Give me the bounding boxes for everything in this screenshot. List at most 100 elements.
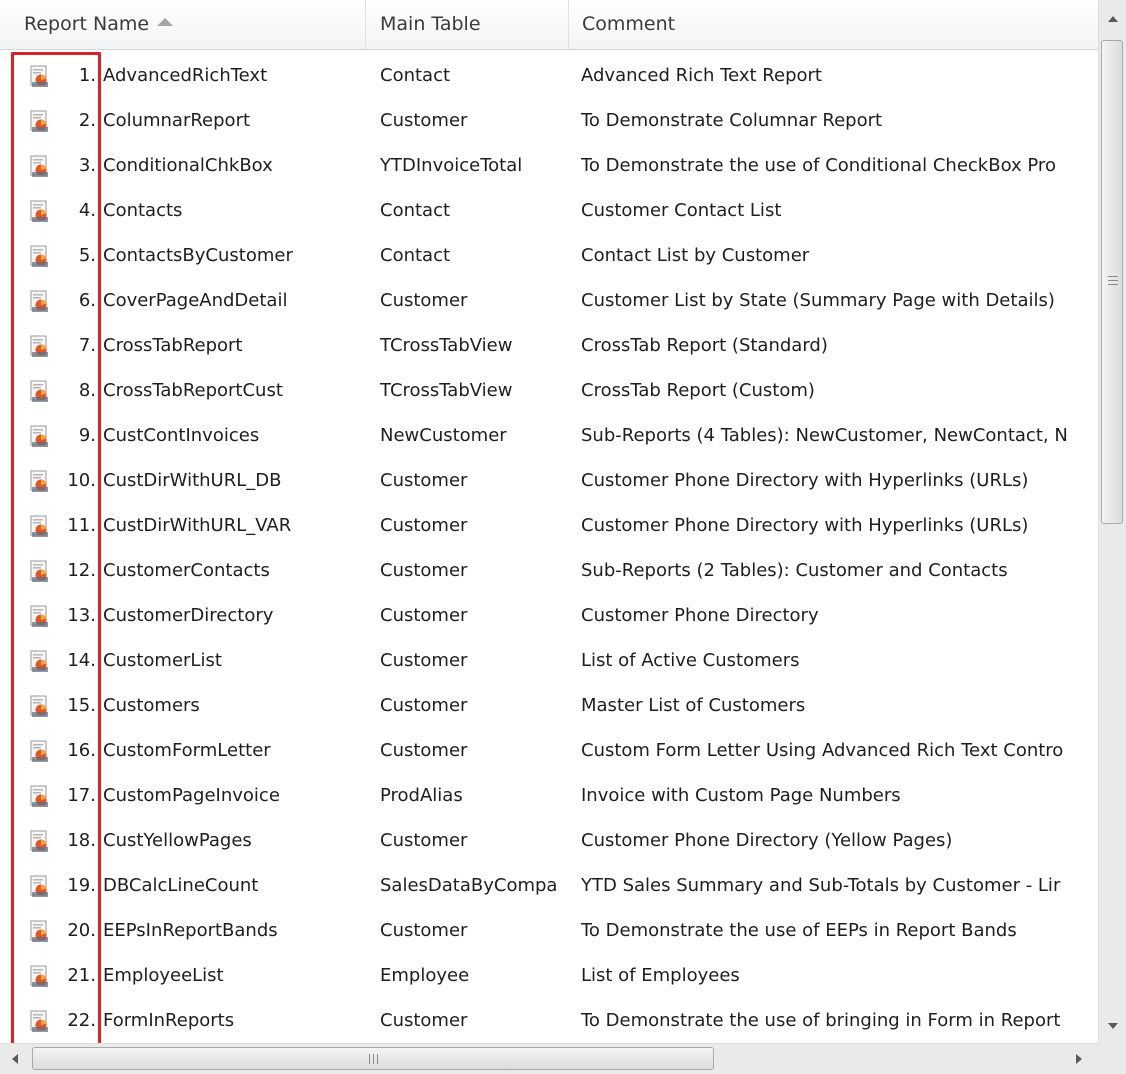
horizontal-scroll-thumb[interactable] xyxy=(32,1047,714,1070)
report-name-cell: CustomerContacts xyxy=(103,560,270,581)
vertical-scrollbar[interactable] xyxy=(1098,0,1126,1043)
report-name-cell: Contacts xyxy=(103,200,183,221)
comment-cell: Invoice with Custom Page Numbers xyxy=(581,785,901,806)
scroll-right-button[interactable] xyxy=(1064,1044,1094,1074)
table-row[interactable]: 10. CustDirWithURL_DB Customer Customer Pho… xyxy=(0,458,1097,503)
table-row[interactable]: 4. Contacts Contact Customer Contact List xyxy=(0,188,1097,233)
report-document-icon xyxy=(28,65,52,89)
table-row[interactable]: 9. CustContInvoices NewCustomer Sub-Reports… xyxy=(0,413,1097,458)
table-row[interactable]: 19. DBCalcLineCount SalesDataByCompa YTD Sa… xyxy=(0,863,1097,908)
arrow-right-icon xyxy=(1076,1054,1082,1064)
report-name-cell: CustomerList xyxy=(103,650,222,671)
report-name-cell: CustDirWithURL_DB xyxy=(103,470,282,491)
row-number: 18. xyxy=(67,830,96,851)
scroll-left-button[interactable] xyxy=(0,1044,30,1074)
report-document-icon xyxy=(28,1010,52,1034)
column-divider[interactable] xyxy=(365,0,366,49)
row-number: 13. xyxy=(67,605,96,626)
horizontal-scrollbar[interactable] xyxy=(0,1043,1098,1074)
report-document-icon xyxy=(28,515,52,539)
row-number: 16. xyxy=(67,740,96,761)
main-table-cell: Employee xyxy=(380,965,470,986)
row-number: 8. xyxy=(78,380,96,401)
main-table-cell: ProdAlias xyxy=(380,785,463,806)
comment-cell: YTD Sales Summary and Sub-Totals by Cust… xyxy=(581,875,1061,896)
report-document-icon xyxy=(28,920,52,944)
report-name-cell: CustomPageInvoice xyxy=(103,785,280,806)
row-number: 6. xyxy=(78,290,96,311)
table-row[interactable]: 11. CustDirWithURL_VAR Customer Customer Ph… xyxy=(0,503,1097,548)
comment-cell: Master List of Customers xyxy=(581,695,806,716)
table-row[interactable]: 3. ConditionalChkBox YTDInvoiceTotal To Dem… xyxy=(0,143,1097,188)
table-row[interactable]: 13. CustomerDirectory Customer Customer Pho… xyxy=(0,593,1097,638)
table-row[interactable]: 14. CustomerList Customer List of Active Cu… xyxy=(0,638,1097,683)
table-row[interactable]: 17. CustomPageInvoice ProdAlias Invoice wit… xyxy=(0,773,1097,818)
main-table-cell: Customer xyxy=(380,695,468,716)
report-document-icon xyxy=(28,830,52,854)
vertical-scroll-thumb[interactable] xyxy=(1101,40,1123,524)
main-table-cell: Customer xyxy=(380,290,468,311)
table-row[interactable]: 16. CustomFormLetter Customer Custom Form L… xyxy=(0,728,1097,773)
report-name-cell: CustYellowPages xyxy=(103,830,252,851)
scroll-down-button[interactable] xyxy=(1099,1012,1126,1040)
report-name-cell: CrossTabReportCust xyxy=(103,380,283,401)
table-row[interactable]: 22. FormInReports Customer To Demonstrate t… xyxy=(0,998,1097,1043)
main-table-cell: Customer xyxy=(380,560,468,581)
report-name-cell: CrossTabReport xyxy=(103,335,243,356)
table-row[interactable]: 21. EmployeeList Employee List of Employees xyxy=(0,953,1097,998)
report-document-icon xyxy=(28,875,52,899)
row-number: 10. xyxy=(67,470,96,491)
report-document-icon xyxy=(28,785,52,809)
main-table-cell: Customer xyxy=(380,650,468,671)
column-header-main-table[interactable]: Main Table xyxy=(380,0,481,49)
main-table-cell: Customer xyxy=(380,605,468,626)
comment-cell: Customer Phone Directory xyxy=(581,605,819,626)
report-document-icon xyxy=(28,740,52,764)
comment-cell: Customer List by State (Summary Page wit… xyxy=(581,290,1055,311)
report-name-cell: CustomFormLetter xyxy=(103,740,271,761)
table-row[interactable]: 5. ContactsByCustomer Contact Contact List … xyxy=(0,233,1097,278)
report-document-icon xyxy=(28,200,52,224)
report-document-icon xyxy=(28,470,52,494)
comment-cell: Sub-Reports (4 Tables): NewCustomer, New… xyxy=(581,425,1068,446)
table-row[interactable]: 2. ColumnarReport Customer To Demonstrate C… xyxy=(0,98,1097,143)
row-number: 12. xyxy=(67,560,96,581)
report-name-cell: CustDirWithURL_VAR xyxy=(103,515,292,536)
table-row[interactable]: 15. Customers Customer Master List of Custo… xyxy=(0,683,1097,728)
comment-cell: List of Active Customers xyxy=(581,650,800,671)
report-document-icon xyxy=(28,380,52,404)
report-name-cell: DBCalcLineCount xyxy=(103,875,259,896)
table-row[interactable]: 7. CrossTabReport TCrossTabView CrossTab Re… xyxy=(0,323,1097,368)
row-number: 14. xyxy=(67,650,96,671)
column-header-report-name[interactable]: Report Name xyxy=(24,0,174,49)
row-number: 2. xyxy=(78,110,96,131)
main-table-cell: Contact xyxy=(380,200,451,221)
comment-cell: CrossTab Report (Standard) xyxy=(581,335,828,356)
table-row[interactable]: 8. CrossTabReportCust TCrossTabView CrossTa… xyxy=(0,368,1097,413)
main-table-cell: Contact xyxy=(380,65,451,86)
scroll-up-button[interactable] xyxy=(1099,5,1126,33)
main-table-cell: TCrossTabView xyxy=(380,335,513,356)
report-document-icon xyxy=(28,245,52,269)
report-list-grid[interactable]: Report Name Main Table Comment 1. Advance… xyxy=(0,0,1126,1074)
report-name-cell: EEPsInReportBands xyxy=(103,920,278,941)
report-name-cell: CustomerDirectory xyxy=(103,605,274,626)
table-row[interactable]: 1. AdvancedRichText Contact Advanced Rich T… xyxy=(0,53,1097,98)
report-name-cell: CustContInvoices xyxy=(103,425,260,446)
table-row[interactable]: 12. CustomerContacts Customer Sub-Reports (… xyxy=(0,548,1097,593)
table-row[interactable]: 20. EEPsInReportBands Customer To Demonstra… xyxy=(0,908,1097,953)
row-number: 19. xyxy=(67,875,96,896)
table-row[interactable]: 18. CustYellowPages Customer Customer Phone… xyxy=(0,818,1097,863)
report-name-cell: ConditionalChkBox xyxy=(103,155,273,176)
column-header-comment[interactable]: Comment xyxy=(582,0,675,49)
row-number: 15. xyxy=(67,695,96,716)
comment-cell: Customer Contact List xyxy=(581,200,782,221)
comment-cell: Sub-Reports (2 Tables): Customer and Con… xyxy=(581,560,1008,581)
column-divider[interactable] xyxy=(568,0,569,49)
table-row[interactable]: 6. CoverPageAndDetail Customer Customer Lis… xyxy=(0,278,1097,323)
report-document-icon xyxy=(28,335,52,359)
row-number: 22. xyxy=(67,1010,96,1031)
row-number: 21. xyxy=(67,965,96,986)
main-table-cell: SalesDataByCompa xyxy=(380,875,558,896)
report-document-icon xyxy=(28,290,52,314)
